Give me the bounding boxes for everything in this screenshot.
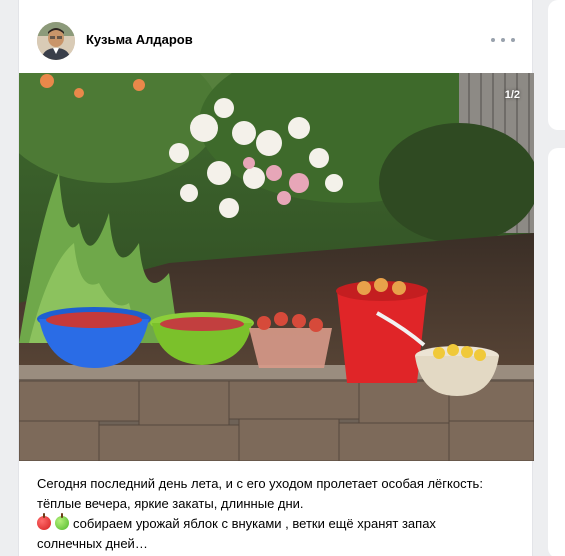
- post-text-line: солнечных дней…: [37, 536, 148, 551]
- red-apple-icon: [37, 513, 51, 530]
- post-text-line: тёплые вечера, яркие закаты, длинные дни…: [37, 496, 304, 511]
- dot: [491, 38, 495, 42]
- post-text-line: собираем урожай яблок с внуками , ветки …: [37, 513, 517, 534]
- post-text-line3: собираем урожай яблок с внуками , ветки …: [73, 516, 436, 531]
- post-card: Кузьма Алдаров 1/2 Сегодня последний ден…: [18, 0, 534, 556]
- avatar-photo: [37, 22, 75, 60]
- green-apple-icon: [55, 513, 69, 530]
- dot: [501, 38, 505, 42]
- dot: [511, 38, 515, 42]
- right-sidebar-card: [548, 148, 565, 556]
- garden-harvest-image: [19, 73, 534, 461]
- photo-counter: 1/2: [504, 89, 520, 101]
- avatar[interactable]: [37, 22, 75, 60]
- author-name[interactable]: Кузьма Алдаров: [86, 32, 193, 47]
- post-text: Сегодня последний день лета, и с его ухо…: [37, 474, 517, 554]
- post-header: Кузьма Алдаров: [19, 0, 534, 73]
- right-sidebar-card: [548, 0, 565, 130]
- post-text-line: Сегодня последний день лета, и с его ухо…: [37, 476, 483, 491]
- left-column-edge: [0, 0, 8, 556]
- more-options-icon[interactable]: [491, 30, 515, 50]
- post-photo[interactable]: 1/2: [19, 73, 534, 461]
